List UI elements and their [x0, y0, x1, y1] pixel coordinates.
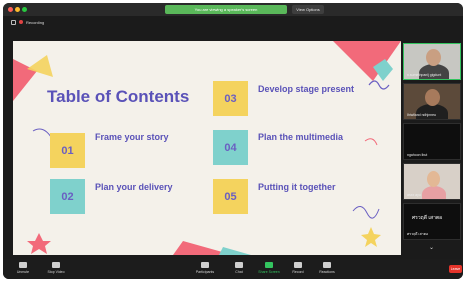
participant-name: n.sumethpanij gigdunt	[407, 73, 442, 77]
smiley-icon	[323, 262, 331, 268]
meeting-toolbar: Unmute Stop Video Participants Chat Shar…	[3, 259, 463, 279]
person-face	[426, 49, 441, 66]
chat-label: Chat	[235, 270, 243, 274]
zoom-window-button[interactable]	[22, 7, 27, 12]
stop-video-button[interactable]: Stop Video	[43, 262, 69, 274]
participant-name: ngahoon lbut	[407, 153, 428, 157]
video-tile-1[interactable]: n.sumethpanij gigdunt	[403, 43, 461, 80]
zoom-window: You are viewing a speaker's screen View …	[3, 3, 463, 279]
toc-label-02: Plan your delivery	[95, 182, 173, 192]
toc-label-04: Plan the multimedia	[258, 132, 344, 142]
leave-button[interactable]: Leave	[449, 265, 462, 273]
participants-button[interactable]: Participants	[191, 262, 219, 274]
share-screen-icon	[265, 262, 273, 268]
share-screen-label: Share Screen	[258, 270, 280, 274]
person-face	[425, 89, 440, 106]
participant-name-large: ศรวฤดี เสาตอ	[412, 215, 443, 221]
stop-video-label: Stop Video	[47, 270, 65, 274]
shared-slide: Table of Contents 01 Frame your story 02…	[13, 41, 401, 255]
teal-bottom-shape	[219, 247, 251, 255]
toc-label-05: Putting it together	[258, 182, 336, 192]
pink-curl-shape	[364, 138, 378, 146]
left-squiggle-shape	[32, 128, 52, 138]
title-bar: You are viewing a speaker's screen View …	[3, 3, 463, 16]
chat-button[interactable]: Chat	[231, 262, 247, 274]
video-tile-4[interactable]: asxx ayu	[403, 163, 461, 200]
person-face	[427, 171, 440, 187]
participants-label: Participants	[195, 270, 215, 274]
reactions-button[interactable]: Reactions	[315, 262, 339, 274]
person-silhouette	[416, 104, 448, 119]
chat-icon	[235, 262, 243, 268]
people-icon	[201, 262, 209, 268]
recording-indicator[interactable]: Recording	[11, 17, 44, 27]
person-silhouette	[419, 64, 449, 79]
toc-label-03: Develop stage present	[258, 84, 355, 94]
participant-name: asxx ayu	[407, 193, 421, 197]
pink-star-shape	[27, 233, 51, 254]
view-options-button[interactable]: View Options	[292, 5, 324, 14]
participant-name: Ihiwlland ndhjnneu	[407, 113, 436, 117]
toc-number-05: 05	[213, 179, 248, 214]
toc-number-04: 04	[213, 130, 248, 165]
toc-number-01: 01	[50, 133, 85, 168]
microphone-icon	[19, 262, 27, 268]
recording-label: Recording	[26, 19, 45, 25]
video-tile-2[interactable]: Ihiwlland ndhjnneu	[403, 83, 461, 120]
participant-name: ศรวฤดี เสาตอ	[407, 232, 429, 236]
slide-title: Table of Contents	[47, 87, 190, 106]
record-label: Record	[292, 270, 304, 274]
participant-gallery[interactable]: n.sumethpanij gigdunt Ihiwlland ndhjnneu…	[403, 43, 463, 253]
close-window-button[interactable]	[8, 7, 13, 12]
reactions-label: Reactions	[319, 270, 335, 274]
video-tile-5[interactable]: ศรวฤดี เสาตอ ศรวฤดี เสาตอ	[403, 203, 461, 240]
purple-squiggle-shape	[368, 80, 390, 90]
right-squiggle-shape	[352, 206, 380, 219]
record-dot-icon	[19, 20, 23, 24]
share-screen-button[interactable]: Share Screen	[255, 262, 283, 274]
toc-number-02: 02	[50, 179, 85, 214]
record-icon	[294, 262, 302, 268]
minimize-window-button[interactable]	[15, 7, 20, 12]
pink-corner-shape	[333, 41, 401, 81]
chevron-down-icon[interactable]: ⌄	[429, 245, 434, 251]
video-tile-3[interactable]: ngahoon lbut	[403, 123, 461, 160]
toc-label-01: Frame your story	[95, 132, 169, 142]
toc-number-03: 03	[213, 81, 248, 116]
record-button[interactable]: Record	[289, 262, 307, 274]
grid-icon	[11, 19, 16, 25]
unmute-label: Unmute	[16, 270, 30, 274]
viewing-banner: You are viewing a speaker's screen	[165, 5, 287, 14]
person-silhouette	[422, 186, 446, 199]
yellow-star-shape	[361, 227, 381, 247]
unmute-button[interactable]: Unmute	[13, 262, 33, 274]
video-camera-icon	[52, 262, 60, 268]
